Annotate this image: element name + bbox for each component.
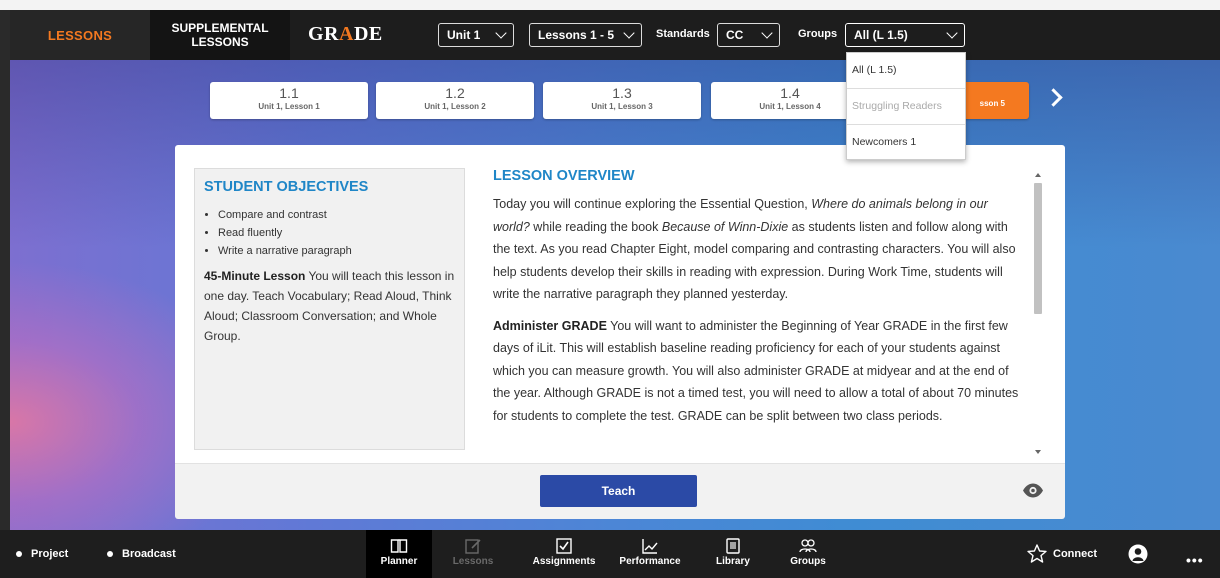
objective-item: Compare and contrast <box>218 209 455 222</box>
unit-select-value: Unit 1 <box>447 28 481 42</box>
card-footer: Teach <box>175 463 1065 519</box>
app-window: LESSONS SUPPLEMENTAL LESSONS GRADE Unit … <box>0 0 1220 578</box>
overview-title: LESSON OVERVIEW <box>493 168 635 184</box>
lesson-tab-number: 1.1 <box>279 85 299 101</box>
lesson-tab-label: Unit 1, Lesson 3 <box>591 102 653 111</box>
chevron-down-icon <box>761 27 773 39</box>
overview-paragraph-1: Today you will continue exploring the Es… <box>493 193 1023 306</box>
nav-label: Library <box>716 556 750 567</box>
grade-logo-post: DE <box>353 23 383 45</box>
groups-dropdown-menu: All (L 1.5) Struggling Readers Newcomers… <box>846 52 966 160</box>
nav-label: Planner <box>380 556 418 567</box>
book-icon <box>390 539 408 553</box>
groups-label: Groups <box>798 28 838 40</box>
standards-select-value: CC <box>726 28 744 42</box>
overview-scrollbar[interactable] <box>1033 173 1043 463</box>
nav-library[interactable]: Library <box>700 530 766 578</box>
lesson-tab-label: Unit 1, Lesson 2 <box>424 102 486 111</box>
tab-supplemental-lessons[interactable]: SUPPLEMENTAL LESSONS <box>150 10 290 60</box>
top-strip <box>0 0 1220 10</box>
scrollbar-thumb[interactable] <box>1034 183 1042 314</box>
scroll-down-icon[interactable] <box>1035 450 1041 454</box>
edit-icon <box>465 539 481 554</box>
broadcast-toggle[interactable]: Broadcast <box>107 530 176 578</box>
nav-performance[interactable]: Performance <box>608 530 692 578</box>
chevron-right-icon[interactable] <box>1044 88 1063 107</box>
overview-text: while reading the book <box>529 219 662 234</box>
supplemental-line2: LESSONS <box>191 35 249 49</box>
top-bar: LESSONS SUPPLEMENTAL LESSONS GRADE Unit … <box>10 10 1220 60</box>
lesson-duration-label: 45-Minute Lesson <box>204 269 306 283</box>
chart-icon <box>642 539 658 554</box>
nav-lessons[interactable]: Lessons <box>440 530 506 578</box>
more-options-icon[interactable]: ••• <box>1186 552 1204 568</box>
lesson-card: STUDENT OBJECTIVES Compare and contrast … <box>175 145 1065 519</box>
nav-label: Lessons <box>452 556 494 567</box>
objectives-list: Compare and contrast Read fluently Write… <box>204 209 455 258</box>
overview-paragraph-2: Administer GRADE You will want to admini… <box>493 315 1023 428</box>
objective-item: Write a narrative paragraph <box>218 245 455 258</box>
nav-groups[interactable]: Groups <box>775 530 841 578</box>
groups-select[interactable]: All (L 1.5) <box>845 23 965 47</box>
status-dot-icon <box>107 551 113 557</box>
standards-select[interactable]: CC <box>717 23 780 47</box>
standards-label: Standards <box>656 28 710 40</box>
lesson-tab-1[interactable]: 1.1 Unit 1, Lesson 1 <box>210 82 368 119</box>
nav-label: Assignments <box>532 556 596 567</box>
lesson-tab-3[interactable]: 1.3 Unit 1, Lesson 3 <box>543 82 701 119</box>
chevron-down-icon <box>946 27 958 39</box>
library-icon <box>726 538 740 554</box>
nav-label: Performance <box>619 556 681 567</box>
nav-assignments[interactable]: Assignments <box>524 530 604 578</box>
users-icon <box>799 539 817 553</box>
connect-label: Connect <box>1053 547 1097 560</box>
lesson-tab-label: Unit 1, Lesson 1 <box>258 102 320 111</box>
grade-logo[interactable]: GRADE <box>308 23 383 46</box>
lesson-tab-number: 1.2 <box>445 85 465 101</box>
lessons-range-value: Lessons 1 - 5 <box>538 28 615 42</box>
overview-text: Today you will continue exploring the Es… <box>493 197 812 211</box>
groups-option-struggling-readers[interactable]: Struggling Readers <box>847 89 965 125</box>
groups-option-newcomers[interactable]: Newcomers 1 <box>847 125 965 160</box>
status-dot-icon <box>16 551 22 557</box>
connect-button[interactable]: Connect <box>1027 544 1097 563</box>
tab-lessons[interactable]: LESSONS <box>10 10 150 60</box>
broadcast-label: Broadcast <box>122 548 176 560</box>
star-icon <box>1027 544 1047 563</box>
nav-planner[interactable]: Planner <box>366 530 432 578</box>
overview-book-title: Because of Winn-Dixie <box>661 219 789 234</box>
bottom-bar: Project Broadcast Planner Lessons Assign… <box>0 530 1220 578</box>
scroll-up-icon[interactable] <box>1035 173 1041 177</box>
nav-label: Groups <box>790 556 826 567</box>
overview-text: You will want to administer the Beginnin… <box>493 318 1019 423</box>
chevron-down-icon <box>623 27 635 39</box>
lesson-duration-text: 45-Minute Lesson You will teach this les… <box>204 266 455 346</box>
grade-logo-pre: GR <box>308 23 339 45</box>
objective-item: Read fluently <box>218 227 455 240</box>
student-objectives-panel: STUDENT OBJECTIVES Compare and contrast … <box>194 168 465 450</box>
grade-logo-a: A <box>339 23 354 45</box>
chevron-down-icon <box>495 27 507 39</box>
lesson-tab-2[interactable]: 1.2 Unit 1, Lesson 2 <box>376 82 534 119</box>
administer-grade-label: Administer GRADE <box>493 318 607 333</box>
objectives-title: STUDENT OBJECTIVES <box>204 179 369 195</box>
project-label: Project <box>31 548 69 560</box>
teach-button[interactable]: Teach <box>540 475 697 507</box>
lessons-range-select[interactable]: Lessons 1 - 5 <box>529 23 642 47</box>
groups-select-value: All (L 1.5) <box>854 28 908 42</box>
checkbox-icon <box>556 538 572 554</box>
lesson-tab-number: 1.3 <box>612 85 632 101</box>
groups-option-all[interactable]: All (L 1.5) <box>847 53 965 89</box>
supplemental-line1: SUPPLEMENTAL <box>171 21 269 35</box>
eye-icon[interactable] <box>1023 483 1043 498</box>
lesson-overview: LESSON OVERVIEW Today you will continue … <box>493 168 1023 463</box>
project-toggle[interactable]: Project <box>16 530 68 578</box>
unit-select[interactable]: Unit 1 <box>438 23 514 47</box>
avatar-icon[interactable] <box>1128 544 1148 564</box>
